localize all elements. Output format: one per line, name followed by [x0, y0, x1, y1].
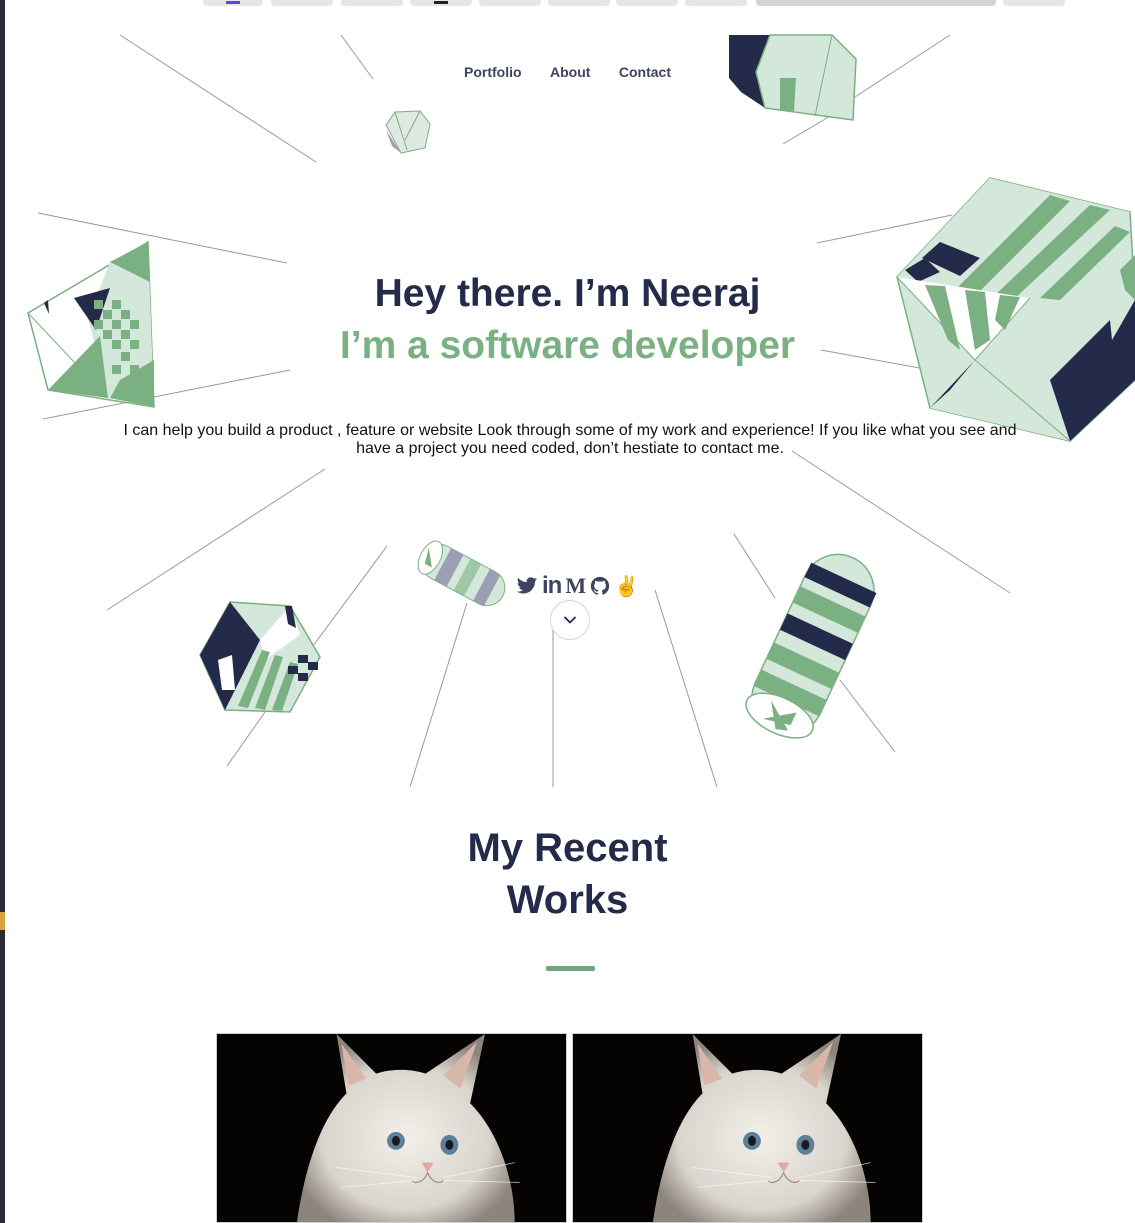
middle-cylinder-shape: [417, 540, 506, 607]
medium-icon[interactable]: M: [565, 573, 586, 599]
angellist-icon[interactable]: ✌: [614, 574, 639, 599]
right-cylinder-shape: [745, 553, 877, 739]
work-card[interactable]: [572, 1033, 923, 1223]
recent-works-heading-line2: Works: [506, 878, 629, 922]
recent-works-heading: My Recent Works: [0, 822, 1135, 926]
scroll-down-button[interactable]: [550, 600, 590, 640]
kitten-photo: [573, 1034, 922, 1222]
nav-portfolio-link[interactable]: Portfolio: [464, 64, 522, 80]
kitten-photo: [217, 1034, 566, 1222]
nav-about-link[interactable]: About: [550, 64, 590, 80]
works-grid: [216, 1033, 924, 1223]
hero-subtitle: I’m a software developer: [339, 324, 796, 367]
top-nav: Portfolio About Contact: [0, 64, 1135, 82]
chevron-down-icon: [564, 616, 576, 624]
github-icon[interactable]: [590, 576, 610, 596]
small-top-cube-shape: [385, 110, 431, 154]
work-card[interactable]: [216, 1033, 567, 1223]
decorative-illustration: [27, 34, 1135, 788]
hero-title: Hey there. I’m Neeraj: [374, 272, 761, 315]
hero-description: I can help you build a product , feature…: [123, 422, 1017, 457]
section-divider: [546, 966, 595, 971]
recent-works-heading-line1: My Recent: [467, 826, 668, 870]
social-links: in M ✌: [516, 572, 639, 600]
linkedin-icon[interactable]: in: [542, 572, 562, 600]
twitter-icon[interactable]: [516, 575, 538, 597]
bottom-left-cube-shape: [199, 601, 321, 713]
nav-contact-link[interactable]: Contact: [619, 64, 671, 80]
